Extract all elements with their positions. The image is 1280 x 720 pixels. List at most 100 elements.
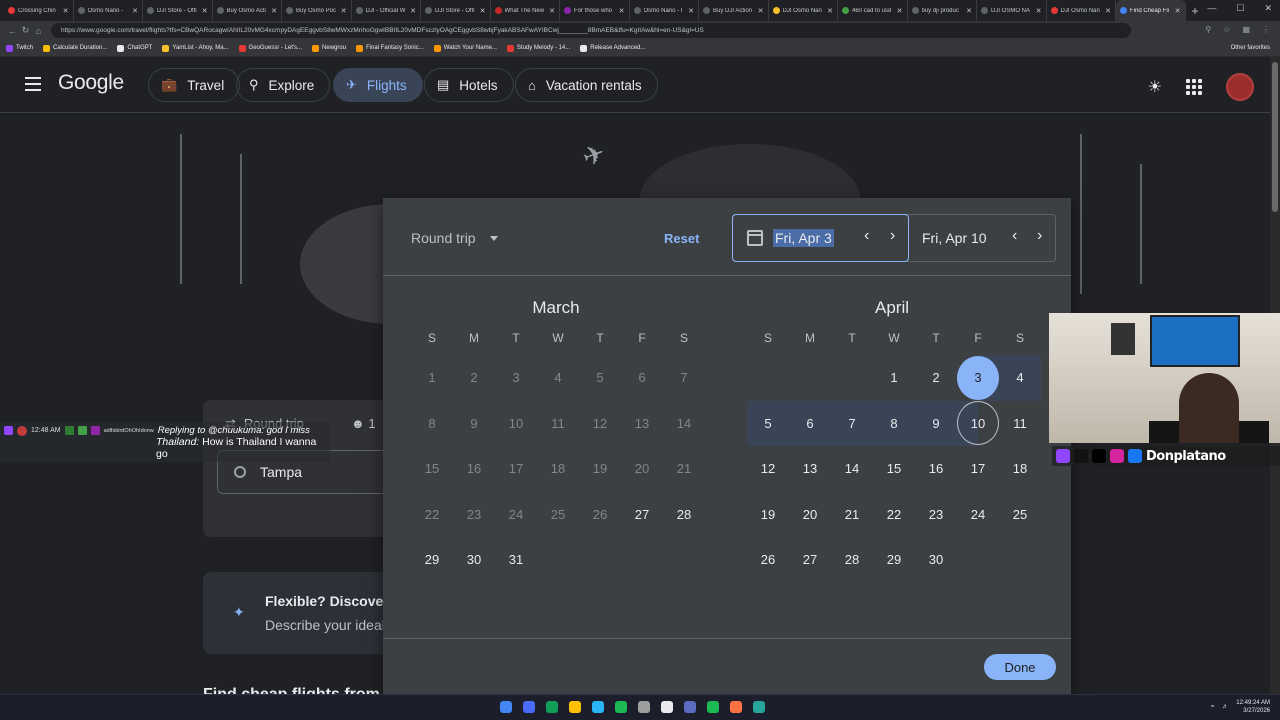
calendar-day[interactable]: 16: [915, 446, 957, 492]
tab-close-icon[interactable]: ✕: [1036, 7, 1042, 15]
taskbar-app-icon[interactable]: [523, 701, 535, 713]
return-date-value[interactable]: Fri, Apr 10: [922, 230, 987, 246]
calendar-day[interactable]: 9: [915, 400, 957, 446]
zoom-icon[interactable]: ⚲: [1205, 25, 1211, 34]
tab-close-icon[interactable]: ✕: [63, 7, 69, 15]
nav-vacation-rentals[interactable]: ⌂ Vacation rentals: [515, 68, 658, 102]
calendar-day[interactable]: 29: [873, 537, 915, 583]
taskbar-clock[interactable]: 12:49:24 AM 3/27/2026: [1236, 699, 1270, 715]
url-field[interactable]: https://www.google.com/travel/flights?tf…: [51, 23, 1131, 38]
home-icon[interactable]: ⌂: [32, 26, 45, 36]
calendar-day[interactable]: 18: [999, 446, 1041, 492]
return-next-day-icon[interactable]: ›: [1037, 227, 1042, 245]
calendar-day[interactable]: 17: [957, 446, 999, 492]
back-icon[interactable]: ←: [6, 26, 19, 36]
bookmark-item[interactable]: Watch Your Name...: [433, 44, 497, 52]
browser-tab[interactable]: Osmo Nano - I ✕: [630, 0, 699, 21]
tab-close-icon[interactable]: ✕: [827, 7, 833, 15]
browser-tab[interactable]: Buy Osmo Acti ✕: [213, 0, 282, 21]
bookmark-item[interactable]: YamList - Ahoy, Ma...: [162, 44, 229, 52]
calendar-day[interactable]: 23: [915, 492, 957, 538]
bookmark-item[interactable]: Final Fantasy Sonic...: [356, 44, 424, 52]
calendar-day[interactable]: 31: [495, 537, 537, 583]
page-scrollbar-thumb[interactable]: [1272, 62, 1278, 212]
new-tab-button[interactable]: +: [1192, 4, 1199, 18]
calendar-day[interactable]: 24: [957, 492, 999, 538]
google-apps-icon[interactable]: [1186, 79, 1202, 95]
browser-tab[interactable]: 460 cad to usd ✕: [838, 0, 908, 21]
browser-tab[interactable]: Osmo Nano - ✕: [74, 0, 143, 21]
browser-tab[interactable]: What The New ✕: [491, 0, 560, 21]
nav-hotels[interactable]: ▤ Hotels: [424, 68, 514, 102]
browser-tab[interactable]: DJI - Official W ✕: [352, 0, 421, 21]
calendar-day[interactable]: 7: [831, 400, 873, 446]
other-favorites[interactable]: Other favorites: [1231, 45, 1270, 51]
taskbar-app-icon[interactable]: [592, 701, 604, 713]
browser-tab[interactable]: Buy Osmo Poc ✕: [282, 0, 352, 21]
departure-next-day-icon[interactable]: ›: [890, 227, 895, 245]
browser-tab[interactable]: Find Cheap Fli ✕: [1116, 0, 1186, 21]
minimize-button[interactable]: —: [1207, 3, 1216, 14]
reload-icon[interactable]: ↻: [19, 25, 32, 36]
calendar-day[interactable]: 26: [747, 537, 789, 583]
tab-close-icon[interactable]: ✕: [966, 7, 972, 15]
browser-tab[interactable]: DJI OSMO NA ✕: [977, 0, 1047, 21]
browser-tab[interactable]: buy dji produc ✕: [908, 0, 977, 21]
browser-tab[interactable]: For those who ✕: [560, 0, 630, 21]
calendar-day[interactable]: 30: [915, 537, 957, 583]
bookmark-item[interactable]: Newgrou: [312, 44, 346, 52]
taskbar-app-icon[interactable]: [569, 701, 581, 713]
departure-prev-day-icon[interactable]: ‹: [864, 227, 869, 245]
tab-close-icon[interactable]: ✕: [410, 7, 416, 15]
nav-explore[interactable]: ⚲ Explore: [236, 68, 331, 102]
calendar-day[interactable]: 12: [747, 446, 789, 492]
taskbar-app-icon[interactable]: [546, 701, 558, 713]
calendar-day[interactable]: 21: [831, 492, 873, 538]
departure-date-field[interactable]: Fri, Apr 3: [732, 214, 909, 262]
calendar-day[interactable]: 10: [957, 400, 999, 446]
browser-tab[interactable]: Crossing Chin ✕: [4, 0, 74, 21]
tab-close-icon[interactable]: ✕: [758, 7, 764, 15]
tab-close-icon[interactable]: ✕: [132, 7, 138, 15]
bookmark-item[interactable]: Twitch: [6, 44, 33, 52]
calendar-day[interactable]: 1: [873, 355, 915, 401]
tab-close-icon[interactable]: ✕: [480, 7, 486, 15]
taskbar-app-icon[interactable]: [753, 701, 765, 713]
browser-tab[interactable]: Buy DJI Action ✕: [699, 0, 769, 21]
calendar-day[interactable]: 11: [999, 401, 1041, 447]
taskbar-app-icon[interactable]: [638, 701, 650, 713]
calendar-day[interactable]: 2: [915, 355, 957, 401]
calendar-day[interactable]: 19: [747, 492, 789, 538]
calendar-day[interactable]: 14: [831, 446, 873, 492]
calendar-day[interactable]: 27: [789, 537, 831, 583]
profile-avatar[interactable]: [1226, 73, 1254, 101]
taskbar-app-icon[interactable]: [707, 701, 719, 713]
taskbar-app-icon[interactable]: [730, 701, 742, 713]
tab-close-icon[interactable]: ✕: [1105, 7, 1111, 15]
calendar-day[interactable]: 13: [789, 446, 831, 492]
browser-tab[interactable]: DJI Osmo Nan ✕: [1047, 0, 1116, 21]
bookmark-item[interactable]: Study Melody - 14...: [506, 44, 570, 52]
reset-button[interactable]: Reset: [664, 231, 699, 246]
tab-close-icon[interactable]: ✕: [619, 7, 625, 15]
tab-close-icon[interactable]: ✕: [202, 7, 208, 15]
flexible-discover-card[interactable]: ✦ Flexible? Discover Describe your ideal: [203, 572, 403, 654]
taskbar-app-icon[interactable]: [661, 701, 673, 713]
extensions-icon[interactable]: ▦: [1242, 25, 1250, 34]
browser-tab[interactable]: DJI Store - Offi ✕: [143, 0, 213, 21]
tab-close-icon[interactable]: ✕: [688, 7, 694, 15]
bookmark-star-icon[interactable]: ☆: [1223, 25, 1230, 34]
calendar-day[interactable]: 28: [831, 537, 873, 583]
tab-close-icon[interactable]: ✕: [549, 7, 555, 15]
tab-close-icon[interactable]: ✕: [1175, 7, 1181, 15]
calendar-day[interactable]: 6: [789, 400, 831, 446]
google-logo[interactable]: Google: [58, 71, 124, 95]
tab-close-icon[interactable]: ✕: [341, 7, 347, 15]
calendar-day[interactable]: 20: [789, 492, 831, 538]
return-prev-day-icon[interactable]: ‹: [1012, 227, 1017, 245]
dialog-trip-type-select[interactable]: Round trip: [411, 230, 498, 246]
calendar-day[interactable]: 8: [873, 400, 915, 446]
calendar-day[interactable]: 22: [873, 492, 915, 538]
browser-tab[interactable]: DJI Store - Offi ✕: [421, 0, 491, 21]
calendar-day[interactable]: 5: [747, 400, 789, 446]
